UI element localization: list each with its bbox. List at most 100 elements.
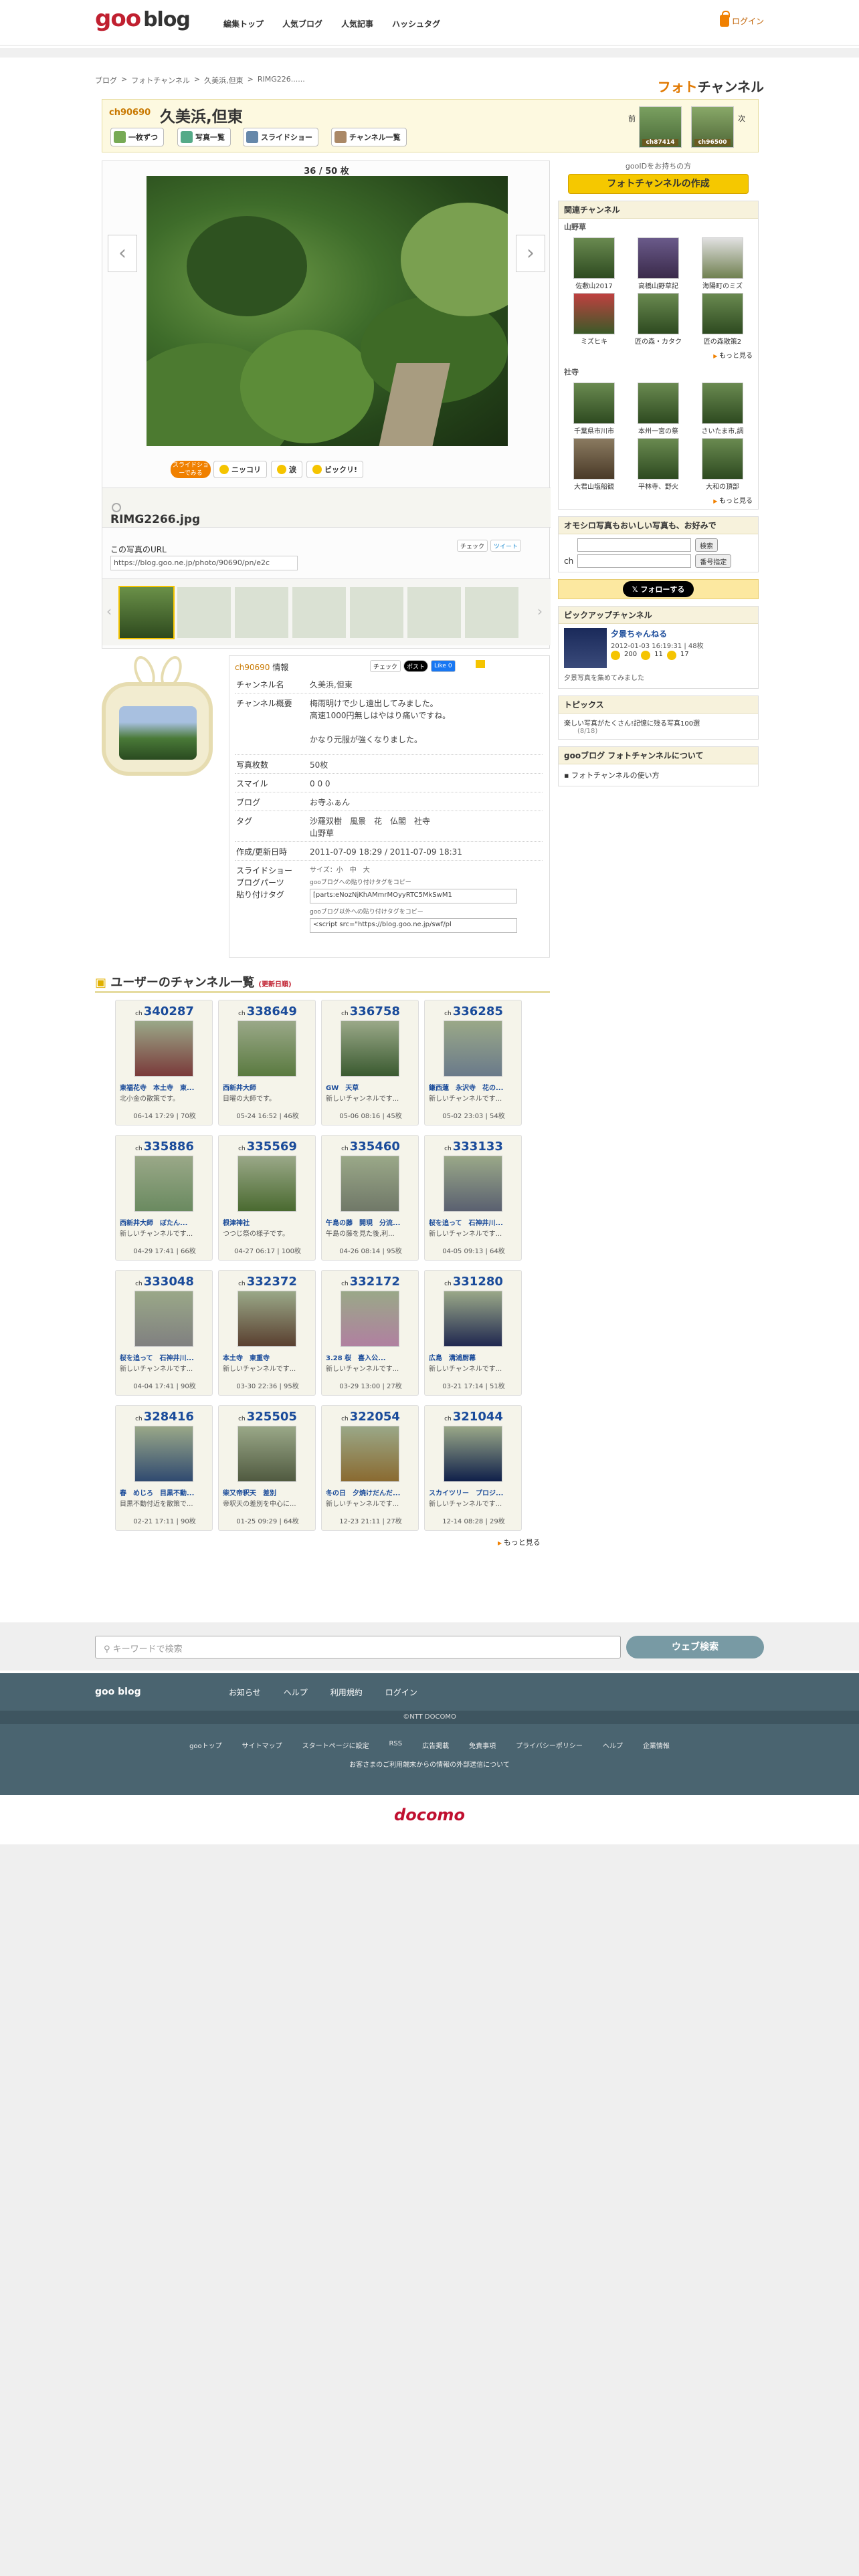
- card-thumb[interactable]: [444, 1291, 502, 1347]
- smile-button[interactable]: ニッコリ: [213, 461, 267, 478]
- more-link[interactable]: もっと見る: [559, 348, 758, 364]
- card-thumb[interactable]: [341, 1156, 399, 1212]
- related-item[interactable]: 匠の森散策2: [692, 293, 753, 346]
- strip-thumb[interactable]: [407, 587, 461, 638]
- footer-login[interactable]: ログイン: [385, 1687, 417, 1698]
- card-channel-number[interactable]: ch 321044: [425, 1410, 522, 1424]
- one-by-one-button[interactable]: 一枚ずつ: [110, 128, 164, 146]
- login-link[interactable]: ログイン: [719, 11, 764, 27]
- footer-help[interactable]: ヘルプ: [284, 1687, 308, 1698]
- user-channel-card[interactable]: ch 335886 西新井大師 ぼたん... 新しいチャンネルです... 04-29 1…: [115, 1135, 213, 1261]
- footer-search-input[interactable]: ⚲ キーワードで検索: [95, 1636, 621, 1658]
- card-thumb[interactable]: [341, 1426, 399, 1482]
- channel-number-input[interactable]: [577, 554, 692, 568]
- footer-link[interactable]: 免責事項: [469, 1740, 496, 1750]
- footer-news[interactable]: お知らせ: [229, 1687, 261, 1698]
- pickup-name[interactable]: 夕景ちゃんねる: [611, 628, 667, 639]
- related-item[interactable]: 平林寺、野火: [628, 438, 688, 491]
- pickup-thumb[interactable]: [564, 628, 607, 668]
- card-channel-number[interactable]: ch 332172: [322, 1275, 419, 1289]
- related-item[interactable]: 千葉県市川市: [564, 383, 624, 435]
- number-search-button[interactable]: 番号指定: [695, 554, 732, 568]
- user-channel-card[interactable]: ch 333048 桜を追って 石神井川... 新しいチャンネルです... 04-04 …: [115, 1270, 213, 1396]
- post-button[interactable]: ポスト: [403, 660, 429, 672]
- surprise-button[interactable]: ビックリ!: [306, 461, 364, 478]
- footer-link[interactable]: 企業情報: [643, 1740, 670, 1750]
- card-channel-number[interactable]: ch 335569: [219, 1140, 316, 1154]
- next-channel-thumb[interactable]: ch96500: [691, 106, 734, 148]
- footer-link[interactable]: プライバシーポリシー: [516, 1740, 583, 1750]
- related-item[interactable]: 匠の森・カタク: [628, 293, 688, 346]
- card-channel-number[interactable]: ch 338649: [219, 1004, 316, 1018]
- user-channel-card[interactable]: ch 325505 柴又帝釈天 差別 帝釈天の差別を中心に... 01-25 09:29…: [218, 1405, 316, 1531]
- photo-url-field[interactable]: https://blog.goo.ne.jp/photo/90690/pn/e2…: [110, 556, 298, 570]
- footer-link[interactable]: 広告掲載: [422, 1740, 449, 1750]
- external-tag-field[interactable]: <script src="https://blog.goo.ne.jp/swf/…: [310, 918, 517, 933]
- user-channel-card[interactable]: ch 336285 鎌西蓮 永沢寺 花の... 新しいチャンネルです... 05-02 …: [424, 1000, 522, 1125]
- footer-link[interactable]: gooトップ: [189, 1740, 222, 1750]
- crumb-channel[interactable]: 久美浜,但東: [204, 75, 244, 86]
- footer-link[interactable]: スタートページに設定: [302, 1740, 369, 1750]
- user-channel-card[interactable]: ch 332172 3.28 桜 喜入公... 新しいチャンネルです... 03-29 …: [321, 1270, 419, 1396]
- main-photo[interactable]: [147, 176, 508, 446]
- card-title[interactable]: 午島の藤 開現 分流...: [326, 1217, 417, 1227]
- create-channel-button[interactable]: フォトチャンネルの作成: [568, 174, 749, 194]
- slideshow-button[interactable]: スライドショー: [243, 128, 318, 146]
- card-title[interactable]: 柴又帝釈天 差別: [223, 1487, 314, 1497]
- prev-photo-button[interactable]: ‹: [108, 235, 137, 272]
- nav-hashtag[interactable]: ハッシュタグ: [392, 18, 440, 29]
- related-item[interactable]: 佐敷山2017: [564, 237, 624, 290]
- tear-button[interactable]: 涙: [271, 461, 302, 478]
- card-thumb[interactable]: [134, 1021, 193, 1077]
- nav-edit-top[interactable]: 編集トップ: [223, 18, 264, 29]
- strip-thumb[interactable]: [235, 587, 288, 638]
- docomo-logo[interactable]: docomo: [0, 1806, 859, 1824]
- card-channel-number[interactable]: ch 328416: [116, 1410, 213, 1424]
- strip-prev-icon[interactable]: ‹: [106, 603, 112, 619]
- tweet-button[interactable]: ツイート: [490, 540, 522, 552]
- card-thumb[interactable]: [341, 1291, 399, 1347]
- follow-button[interactable]: 𝕏 フォローする: [622, 581, 694, 597]
- card-channel-number[interactable]: ch 325505: [219, 1410, 316, 1424]
- photo-channel-brand[interactable]: フォトチャンネル: [658, 76, 764, 96]
- check-button[interactable]: チェック: [457, 540, 488, 552]
- like-button[interactable]: Like 0: [431, 660, 456, 672]
- card-title[interactable]: 本土寺 東重寺: [223, 1352, 314, 1362]
- card-thumb[interactable]: [444, 1156, 502, 1212]
- footer-brand[interactable]: goo blog: [95, 1687, 141, 1697]
- topics-item[interactable]: 楽しい写真がたくさん!記憶に残る写真100選: [564, 720, 700, 728]
- web-search-button[interactable]: ウェブ検索: [626, 1636, 764, 1658]
- strip-thumb[interactable]: [465, 587, 518, 638]
- blog-link[interactable]: お寺ふぁん: [310, 796, 350, 809]
- crumb-photochannel[interactable]: フォトチャンネル: [131, 75, 190, 86]
- card-title[interactable]: 春 めじろ 目黒不動...: [120, 1487, 211, 1497]
- card-channel-number[interactable]: ch 335460: [322, 1140, 419, 1154]
- footer-link[interactable]: サイトマップ: [242, 1740, 282, 1750]
- card-thumb[interactable]: [237, 1156, 296, 1212]
- card-thumb[interactable]: [444, 1021, 502, 1077]
- card-title[interactable]: 桜を追って 石神井川...: [120, 1352, 211, 1362]
- card-thumb[interactable]: [237, 1426, 296, 1482]
- check-button[interactable]: チェック: [370, 660, 401, 672]
- nav-popular-article[interactable]: 人気記事: [341, 18, 373, 29]
- card-thumb[interactable]: [134, 1291, 193, 1347]
- card-thumb[interactable]: [134, 1156, 193, 1212]
- goo-tag-field[interactable]: [parts:eNozNjKhAMmrMOyyRTC5MkSwM1: [310, 889, 517, 903]
- user-channel-card[interactable]: ch 322054 冬の日 夕焼けだんだ... 新しいチャンネルです... 12-23 …: [321, 1405, 419, 1531]
- card-title[interactable]: GW 天草: [326, 1082, 417, 1092]
- card-title[interactable]: 3.28 桜 喜入公...: [326, 1352, 417, 1362]
- card-channel-number[interactable]: ch 333048: [116, 1275, 213, 1289]
- user-channel-card[interactable]: ch 332372 本土寺 東重寺 新しいチャンネルです... 03-30 22:36 …: [218, 1270, 316, 1396]
- related-item[interactable]: 海陽町のミズ: [692, 237, 753, 290]
- search-button[interactable]: 検索: [695, 538, 718, 552]
- strip-thumb[interactable]: [292, 587, 346, 638]
- more-link[interactable]: もっと見る: [559, 494, 758, 509]
- card-title[interactable]: 西新井大師: [223, 1082, 314, 1092]
- card-title[interactable]: 冬の日 夕焼けだんだ...: [326, 1487, 417, 1497]
- card-thumb[interactable]: [237, 1291, 296, 1347]
- card-channel-number[interactable]: ch 335886: [116, 1140, 213, 1154]
- card-channel-number[interactable]: ch 333133: [425, 1140, 522, 1154]
- card-channel-number[interactable]: ch 322054: [322, 1410, 419, 1424]
- user-channel-card[interactable]: ch 321044 スカイツリー プロジ... 新しいチャンネルです... 12-14 …: [424, 1405, 522, 1531]
- footer-link[interactable]: RSS: [389, 1740, 402, 1750]
